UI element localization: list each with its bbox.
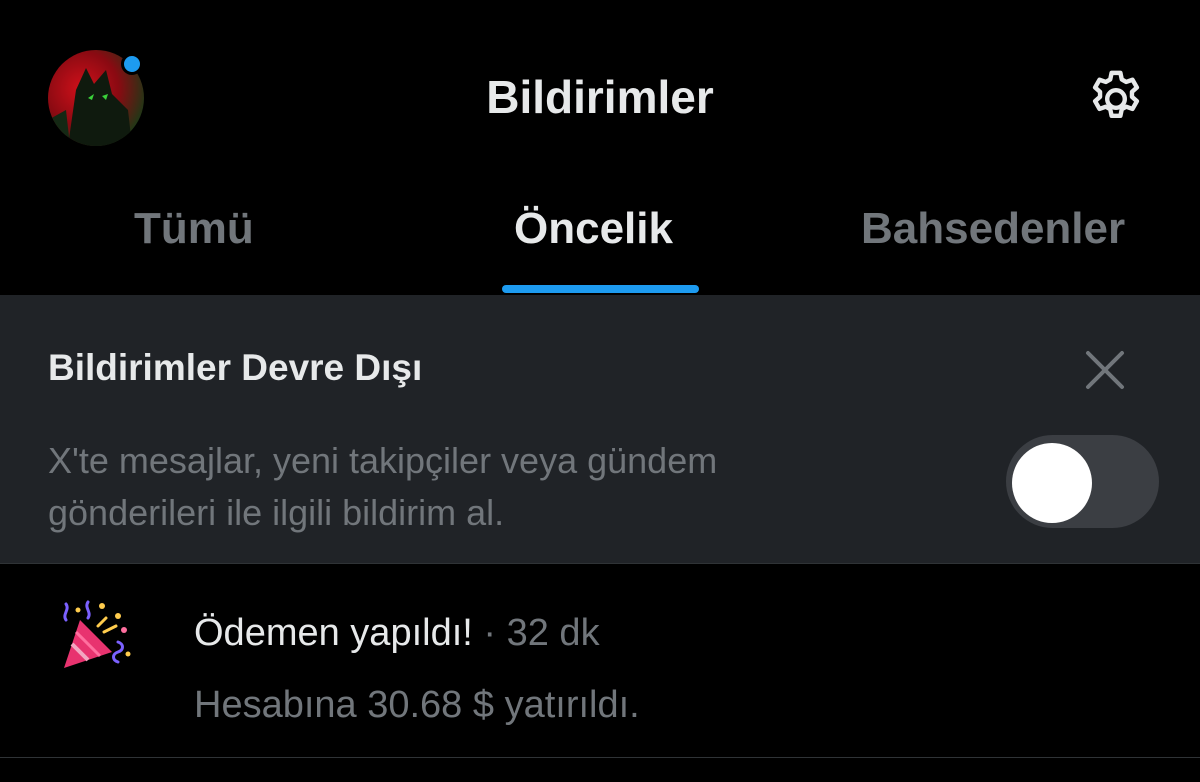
tab-bar: Tümü Öncelik Bahsedenler [0,190,1200,295]
tab-mentions[interactable]: Bahsedenler [861,204,1125,254]
settings-button[interactable] [1083,66,1149,132]
gear-icon [1092,70,1140,118]
banner-title: Bildirimler Devre Dışı [48,347,423,388]
page-title: Bildirimler [486,71,714,123]
notification-item[interactable]: Ödemen yapıldı! · 32 dk Hesabına 30.68 $… [0,564,1200,757]
close-icon [1086,351,1124,389]
divider [0,757,1200,758]
party-popper-icon [58,598,134,674]
banner-description: X'te mesajlar, yeni takipçiler veya günd… [48,435,948,539]
notification-title-line: Ödemen yapıldı! · 32 dk [194,612,600,655]
notification-time: 32 dk [506,612,600,654]
tab-priority[interactable]: Öncelik [514,204,673,254]
notification-title: Ödemen yapıldı! [194,612,473,654]
banner-description-line-2: gönderileri ile ilgili bildirim al. [48,492,505,533]
header: Bildirimler [0,0,1200,190]
toggle-knob [1012,443,1092,523]
tab-all[interactable]: Tümü [134,204,254,254]
notifications-screen: Bildirimler Tümü Öncelik Bahsedenler Bil… [0,0,1200,782]
notifications-disabled-banner: Bildirimler Devre Dışı X'te mesajlar, ye… [0,295,1200,563]
banner-description-line-1: X'te mesajlar, yeni takipçiler veya günd… [48,440,718,481]
notification-body: Hesabına 30.68 $ yatırıldı. [194,684,640,726]
close-button[interactable] [1080,345,1130,395]
notification-separator: · [483,612,497,654]
active-tab-indicator [502,285,699,293]
notifications-toggle[interactable] [1006,435,1159,528]
